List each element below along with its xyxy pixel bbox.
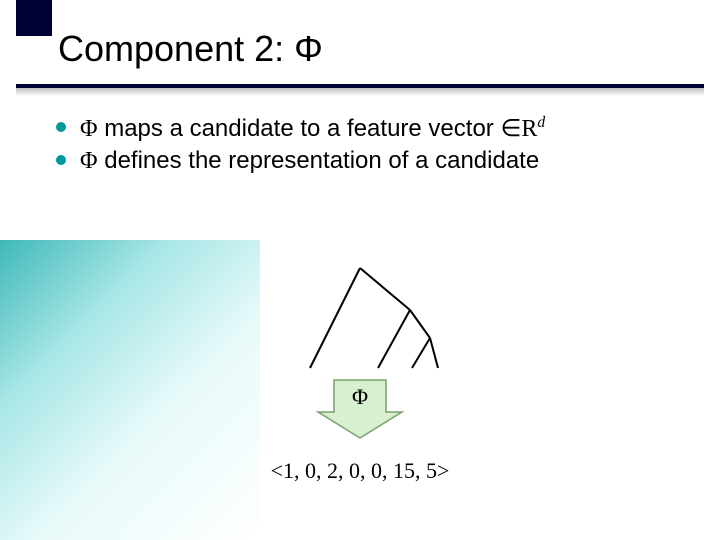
background-gradient	[0, 240, 260, 540]
slide-title: Component 2: Φ	[58, 28, 323, 70]
arrow-label: Φ	[314, 384, 406, 410]
bullet-item: Φ defines the representation of a candid…	[56, 145, 676, 177]
title-underline-shadow	[16, 88, 704, 96]
bullet-icon	[56, 155, 66, 165]
phi-symbol: Φ	[80, 116, 98, 142]
tree-diagram	[280, 260, 440, 380]
bullet-text: Φ maps a candidate to a feature vector ∈…	[80, 112, 676, 145]
phi-arrow: Φ	[314, 378, 406, 440]
bullet-icon	[56, 122, 66, 132]
phi-symbol: Φ	[80, 148, 98, 174]
bullet-item: Φ maps a candidate to a feature vector ∈…	[56, 112, 676, 145]
bullet-body: defines the representation of a candidat…	[98, 147, 540, 174]
bullet-text: Φ defines the representation of a candid…	[80, 145, 676, 177]
feature-vector: <1, 0, 2, 0, 0, 15, 5>	[0, 458, 720, 484]
tree-svg	[280, 260, 440, 380]
corner-accent-square	[16, 0, 52, 36]
bullet-body: maps a candidate to a feature vector	[98, 115, 501, 142]
title-underline	[16, 84, 704, 88]
dimension-exponent: d	[537, 114, 545, 131]
slide: Component 2: Φ Φ maps a candidate to a f…	[0, 0, 720, 540]
element-of-symbol: ∈	[500, 116, 521, 142]
slide-title-text: Component 2: Φ	[58, 28, 323, 69]
bullet-list: Φ maps a candidate to a feature vector ∈…	[56, 112, 676, 178]
real-set-symbol: R	[521, 116, 537, 142]
